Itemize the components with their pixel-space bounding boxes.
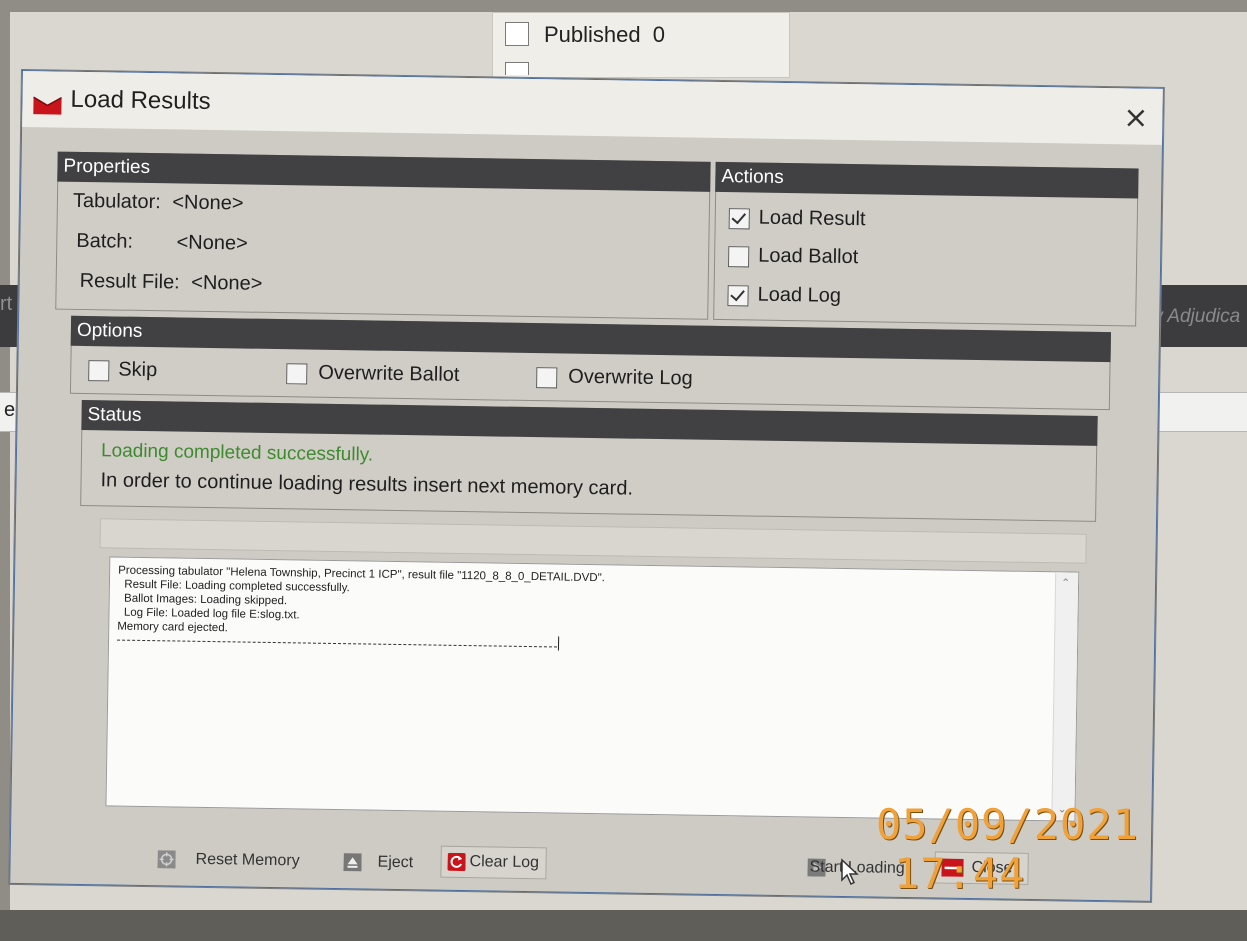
loading-progress-bar (99, 518, 1087, 564)
dialog-title: Load Results (70, 85, 211, 115)
scroll-up-arrow-icon[interactable]: ⌃ (1061, 576, 1070, 590)
load-ballot-checkbox[interactable] (727, 246, 750, 268)
clear-log-button[interactable]: Clear Log (440, 845, 547, 880)
tabulator-label: Tabulator: (72, 189, 161, 214)
toolbar-left-text: rt (0, 293, 13, 315)
skip-checkbox[interactable] (88, 360, 110, 382)
reset-memory-label: Reset Memory (195, 850, 300, 870)
timestamp-date: 05/09/2021 (876, 800, 1139, 849)
result-file-label: Result File: (79, 269, 180, 294)
text-caret (557, 636, 560, 651)
eject-button[interactable]: Eject (336, 846, 436, 880)
result-file-value: <None> (191, 271, 263, 295)
published-label: Published 0 (544, 22, 665, 48)
overwrite-log-checkbox[interactable] (536, 367, 558, 389)
close-icon[interactable]: × (1123, 100, 1149, 135)
batch-label: Batch: (76, 229, 134, 253)
published-label-text: Published (544, 22, 641, 47)
background-desk (0, 910, 1247, 941)
overwrite-log-label: Overwrite Log (568, 365, 693, 390)
status-success-message: Loading completed successfully. (100, 440, 374, 466)
tabulator-value: <None> (172, 191, 244, 215)
published-checkbox[interactable] (505, 22, 529, 46)
camera-timestamp: 05/09/2021 17:44 (876, 800, 1247, 898)
batch-value: <None> (176, 231, 248, 255)
overwrite-ballot-checkbox[interactable] (286, 363, 308, 385)
overwrite-ballot-label: Overwrite Ballot (318, 361, 460, 386)
load-ballot-label: Load Ballot (758, 244, 859, 269)
published-count: 0 (652, 22, 666, 47)
refresh-icon (447, 852, 466, 872)
second-filter-checkbox[interactable] (505, 62, 529, 75)
tabulator-row: Tabulator: <None> (73, 190, 244, 216)
timestamp-time: 17:44 (894, 849, 1026, 898)
load-log-label: Load Log (757, 283, 842, 307)
load-results-dialog: Load Results × Properties Tabulator: <No… (9, 70, 1164, 902)
mouse-pointer-icon (841, 858, 859, 886)
result-file-row: Result File: <None> (80, 270, 263, 296)
reset-memory-button[interactable]: Reset Memory (150, 843, 328, 878)
eject-icon (343, 853, 362, 872)
skip-label: Skip (118, 358, 158, 382)
log-textarea[interactable]: Processing tabulator "Helena Township, P… (105, 556, 1080, 822)
load-result-label: Load Result (758, 206, 866, 231)
clear-log-label: Clear Log (469, 853, 540, 872)
batch-row: Batch: <None> (76, 230, 248, 256)
load-result-checkbox[interactable] (728, 208, 750, 230)
app-logo-icon (33, 96, 62, 115)
load-log-checkbox[interactable] (727, 285, 749, 307)
reset-memory-icon (157, 850, 176, 869)
log-scrollbar[interactable]: ⌃ ⌄ (1051, 572, 1079, 821)
eject-label: Eject (377, 853, 414, 872)
